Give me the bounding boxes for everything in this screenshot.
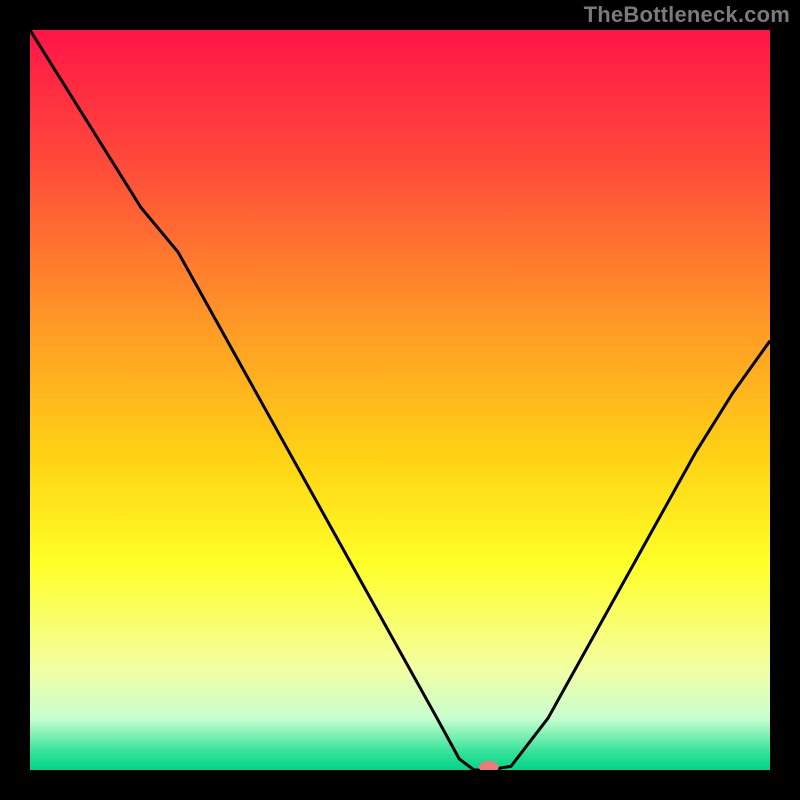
- watermark-label: TheBottleneck.com: [584, 2, 790, 28]
- chart-svg: [30, 30, 770, 770]
- chart-background-gradient: [30, 30, 770, 770]
- chart-plot-area: [30, 30, 770, 770]
- chart-frame: TheBottleneck.com: [0, 0, 800, 800]
